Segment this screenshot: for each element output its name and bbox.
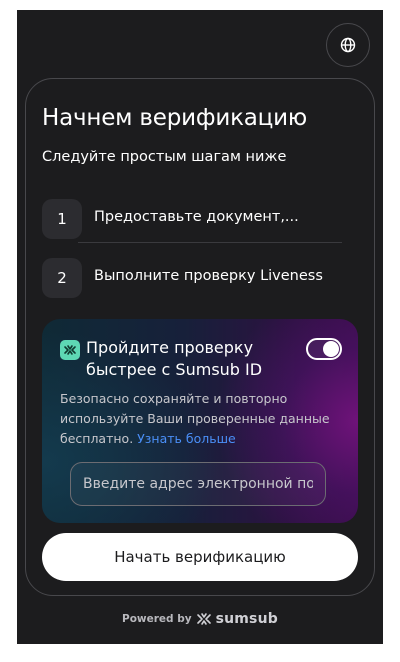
verification-card: Начнем верификацию Следуйте простым шага… [25,78,375,596]
globe-icon [340,37,356,53]
sumsub-id-logo-icon [60,340,80,360]
step-document: 1 Предоставьте документ,... [42,199,358,239]
promo-description: Безопасно сохраняйте и повторно использу… [60,389,350,449]
start-verification-button[interactable]: Начать верификацию [42,533,358,581]
page-title: Начнем верификацию [42,105,308,131]
step-label: Предоставьте документ,... [94,209,299,225]
toggle-knob [323,341,339,357]
language-button[interactable] [326,23,370,67]
app-frame: Начнем верификацию Следуйте простым шага… [17,10,383,644]
sumsub-id-promo: Пройдите проверку быстрее с Sumsub ID Бе… [42,319,358,523]
step-liveness: 2 Выполните проверку Liveness [42,258,358,298]
promo-title: Пройдите проверку быстрее с Sumsub ID [86,338,263,379]
step-number: 2 [42,258,82,298]
step-label: Выполните проверку Liveness [94,268,323,284]
page-subtitle: Следуйте простым шагам ниже [42,149,287,165]
learn-more-link[interactable]: Узнать больше [137,431,236,446]
sumsub-logo-icon [196,613,211,625]
sumsub-id-toggle[interactable] [306,338,342,360]
email-input[interactable] [70,462,326,506]
brand-name: sumsub [215,611,278,627]
step-divider [78,242,342,243]
powered-by-footer: Powered by sumsub [17,610,383,628]
powered-by-label: Powered by [122,613,192,625]
step-number: 1 [42,199,82,239]
